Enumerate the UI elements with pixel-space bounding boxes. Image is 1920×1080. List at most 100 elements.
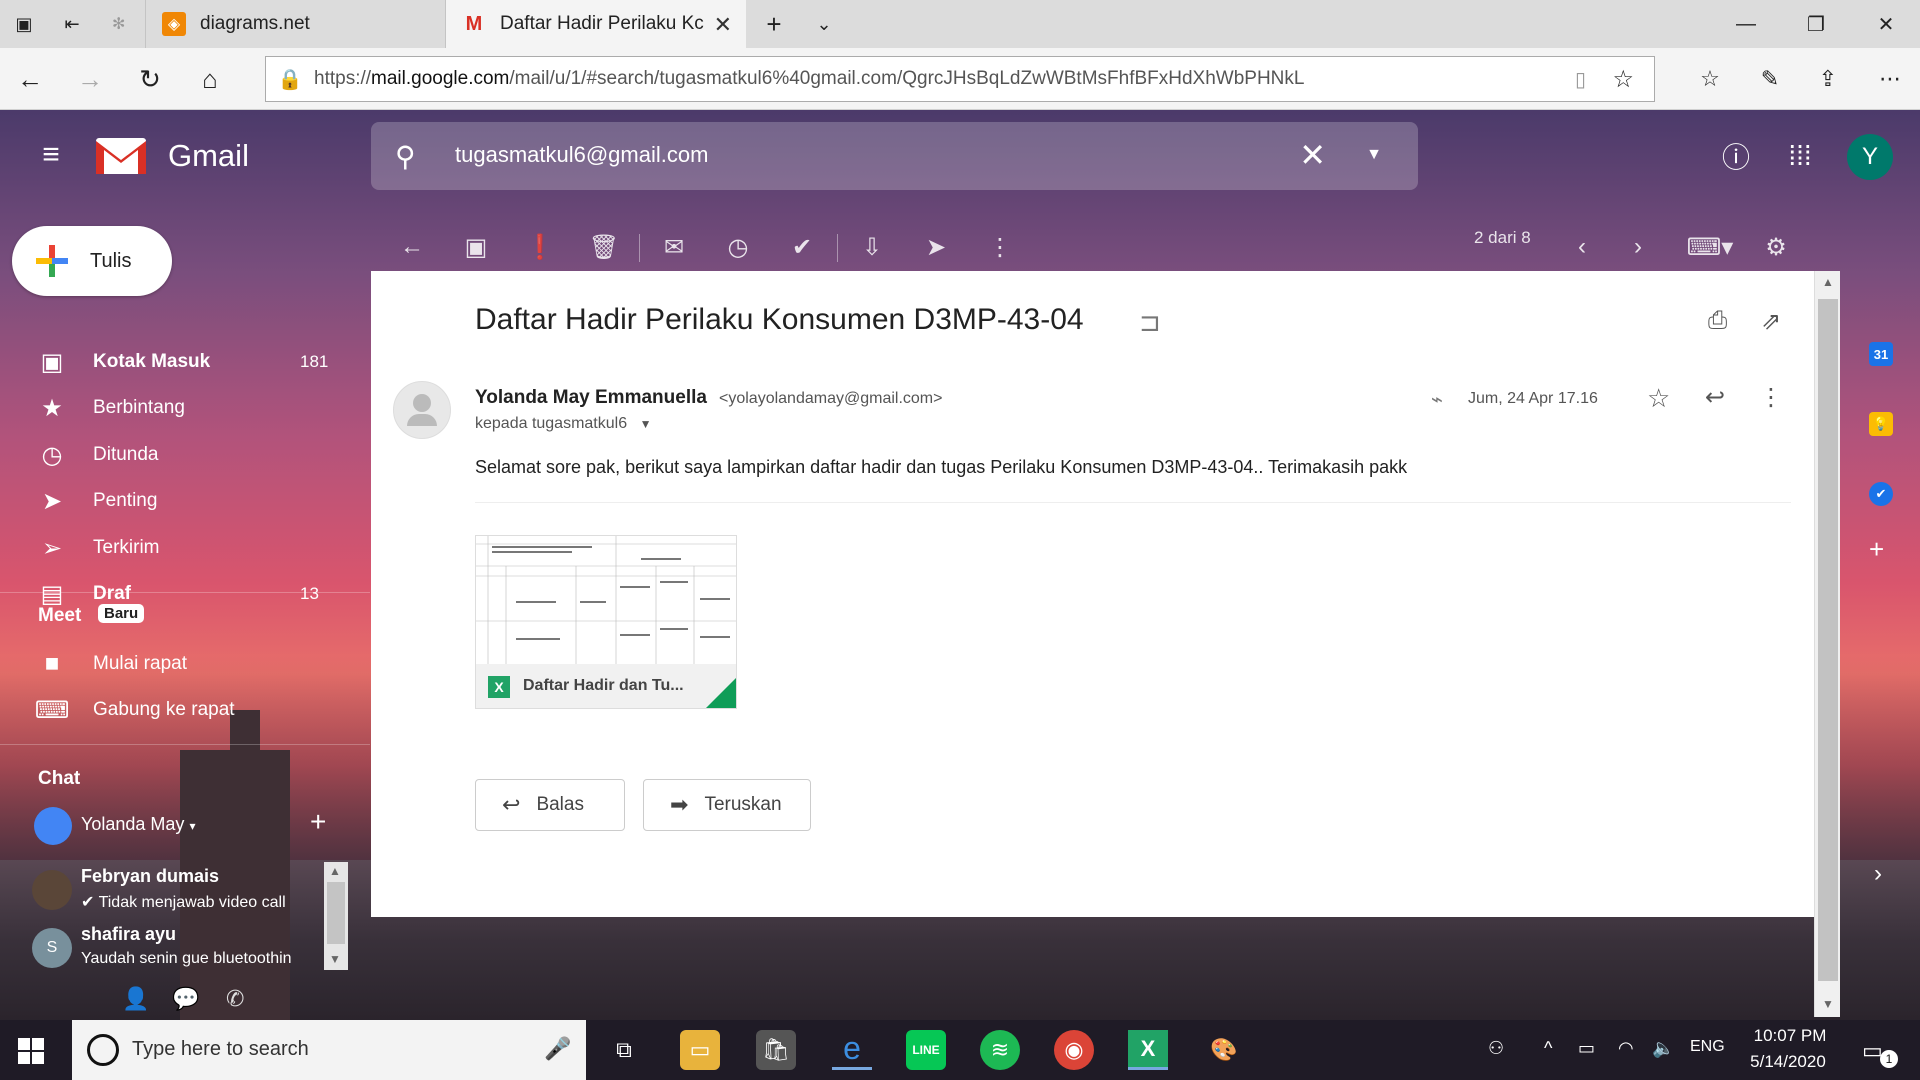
refresh-icon[interactable]: ↻ bbox=[132, 61, 168, 97]
clock-time[interactable]: 10:07 PM bbox=[1750, 1026, 1830, 1046]
settings-gear-icon[interactable]: ⚙ bbox=[1761, 232, 1791, 262]
reply-button[interactable]: ↩ Balas bbox=[475, 779, 625, 831]
search-bar[interactable]: ⚲ tugasmatkul6@gmail.com ✕ ▼ bbox=[371, 122, 1418, 190]
keep-icon[interactable]: 💡 bbox=[1869, 412, 1893, 436]
tab-diagrams[interactable]: ◈ diagrams.net bbox=[146, 0, 446, 48]
chat-bubble-icon[interactable]: 💬 bbox=[172, 986, 199, 1012]
restore-icon[interactable]: ❐ bbox=[1796, 8, 1836, 40]
people-icon[interactable]: ⚇ bbox=[1488, 1038, 1504, 1059]
file-explorer-icon[interactable]: ▭ bbox=[680, 1030, 720, 1070]
sidebar-item-sent[interactable]: ➢ Terkirim bbox=[0, 526, 360, 570]
reading-view-icon[interactable]: ▯ bbox=[1575, 67, 1586, 92]
forward-button[interactable]: ➡ Teruskan bbox=[643, 779, 811, 831]
sidebar-item-snoozed[interactable]: ◷ Ditunda bbox=[0, 433, 360, 477]
clock-date[interactable]: 5/14/2020 bbox=[1740, 1052, 1836, 1072]
sidebar-item-important[interactable]: ➤ Penting bbox=[0, 479, 360, 523]
more-icon[interactable]: ⋯ bbox=[1872, 61, 1908, 97]
meet-start-meeting[interactable]: ■ Mulai rapat bbox=[0, 642, 360, 686]
tab-actions-icon[interactable]: ▣ bbox=[10, 10, 38, 38]
more-options-icon[interactable]: ⋮ bbox=[985, 232, 1015, 262]
spotify-icon[interactable]: ≋ bbox=[980, 1030, 1020, 1070]
favorites-icon[interactable]: ☆ bbox=[1692, 61, 1728, 97]
add-task-icon[interactable]: ✔ bbox=[787, 232, 817, 262]
help-icon[interactable]: ⓘ bbox=[1718, 138, 1754, 174]
microsoft-store-icon[interactable]: 🛍 bbox=[756, 1030, 796, 1070]
windows-start-icon[interactable] bbox=[18, 1038, 44, 1064]
message-scroll-thumb[interactable] bbox=[1818, 299, 1838, 981]
search-icon[interactable]: ⚲ bbox=[395, 140, 416, 173]
main-menu-icon[interactable]: ≡ bbox=[34, 140, 68, 174]
scroll-up-icon[interactable]: ▲ bbox=[1822, 275, 1834, 289]
my-chat-status[interactable]: Yolanda May ▾ bbox=[81, 814, 195, 835]
get-addons-plus-icon[interactable]: + bbox=[1869, 534, 1884, 565]
scroll-down-icon[interactable]: ▼ bbox=[1822, 997, 1834, 1011]
chrome-icon[interactable]: ◉ bbox=[1054, 1030, 1094, 1070]
more-vert-icon[interactable]: ⋮ bbox=[1759, 383, 1783, 412]
pen-notes-icon[interactable]: ✎ bbox=[1752, 61, 1788, 97]
open-new-window-icon[interactable]: ⇗ bbox=[1761, 307, 1781, 336]
label-icon[interactable]: ➤ bbox=[921, 232, 951, 262]
taskbar-search-box[interactable]: Type here to search 🎤 bbox=[72, 1020, 586, 1080]
chat-contact[interactable]: S shafira ayu Yaudah senin gue bluetooth… bbox=[28, 920, 348, 978]
gmail-logo[interactable]: Gmail bbox=[94, 136, 249, 176]
line-app-icon[interactable]: LINE bbox=[906, 1030, 946, 1070]
phone-icon[interactable]: ✆ bbox=[226, 986, 244, 1012]
tasks-icon[interactable]: ✔ bbox=[1869, 482, 1893, 506]
compose-button[interactable]: Tulis bbox=[12, 226, 172, 296]
attachment-card[interactable]: X Daftar Hadir dan Tu... bbox=[475, 535, 737, 709]
new-chat-plus-icon[interactable]: + bbox=[310, 806, 326, 838]
battery-icon[interactable]: ▭ bbox=[1578, 1038, 1595, 1059]
scroll-up-icon[interactable]: ▲ bbox=[329, 864, 341, 878]
show-hidden-icons-chevron-icon[interactable]: ^ bbox=[1544, 1038, 1552, 1059]
search-options-icon[interactable]: ▼ bbox=[1366, 146, 1382, 164]
reply-icon[interactable]: ↩ bbox=[1705, 383, 1725, 412]
search-input[interactable]: tugasmatkul6@gmail.com bbox=[455, 142, 708, 168]
delete-icon[interactable]: 🗑 bbox=[589, 232, 619, 262]
move-to-icon[interactable]: ⇩ bbox=[857, 232, 887, 262]
scroll-down-icon[interactable]: ▼ bbox=[329, 952, 341, 966]
back-to-list-icon[interactable]: ← bbox=[397, 232, 427, 262]
message-scrollbar[interactable]: ▲ ▼ bbox=[1814, 271, 1840, 1017]
sidebar-item-starred[interactable]: ★ Berbintang bbox=[0, 386, 360, 430]
volume-icon[interactable]: 🔈 bbox=[1652, 1038, 1674, 1059]
forward-icon[interactable]: → bbox=[72, 61, 108, 97]
archive-icon[interactable]: ▣ bbox=[461, 232, 491, 262]
report-spam-icon[interactable]: ❗ bbox=[525, 232, 555, 262]
older-chevron-icon[interactable]: › bbox=[1623, 232, 1653, 262]
mark-unread-icon[interactable]: ✉ bbox=[659, 232, 689, 262]
tab-gmail[interactable]: M Daftar Hadir Perilaku Kc ✕ bbox=[446, 0, 746, 48]
account-avatar[interactable]: Y bbox=[1847, 134, 1893, 180]
chat-scroll-thumb[interactable] bbox=[327, 882, 345, 944]
input-tools-icon[interactable]: ⌨▾ bbox=[1685, 232, 1735, 262]
favorite-star-icon[interactable]: ☆ bbox=[1612, 65, 1634, 94]
wifi-icon[interactable]: ◠ bbox=[1618, 1038, 1634, 1059]
set-tabs-aside-icon[interactable]: ⇤ bbox=[58, 10, 86, 38]
clear-search-icon[interactable]: ✕ bbox=[1299, 136, 1326, 174]
meet-join-meeting[interactable]: ⌨ Gabung ke rapat bbox=[0, 688, 360, 732]
contacts-icon[interactable]: 👤 bbox=[122, 986, 149, 1012]
task-view-icon[interactable]: ⧉ bbox=[604, 1030, 644, 1070]
newer-chevron-icon[interactable]: ‹ bbox=[1567, 232, 1597, 262]
recipient-details[interactable]: kepada tugasmatkul6 ▼ bbox=[475, 415, 651, 433]
expand-panel-chevron-icon[interactable]: › bbox=[1874, 860, 1882, 888]
home-icon[interactable]: ⌂ bbox=[192, 61, 228, 97]
chat-contact[interactable]: Febryan dumais ✔ Tidak menjawab video ca… bbox=[28, 862, 348, 920]
tab-list-chevron-icon[interactable]: ⌄ bbox=[810, 10, 838, 38]
my-chat-avatar[interactable] bbox=[34, 807, 72, 845]
microphone-icon[interactable]: 🎤 bbox=[544, 1036, 571, 1062]
snooze-icon[interactable]: ◷ bbox=[723, 232, 753, 262]
importance-marker-icon[interactable]: ⊐ bbox=[1139, 307, 1161, 338]
share-icon[interactable]: ⇪ bbox=[1810, 61, 1846, 97]
minimize-icon[interactable]: — bbox=[1726, 8, 1766, 40]
apps-grid-icon[interactable]: ⁞⁞⁞ bbox=[1782, 138, 1818, 174]
pinned-tab[interactable]: ✻ bbox=[104, 0, 146, 48]
close-window-icon[interactable]: ✕ bbox=[1866, 8, 1906, 40]
calendar-icon[interactable]: 31 bbox=[1869, 342, 1893, 366]
paint-icon[interactable]: 🎨 bbox=[1204, 1030, 1244, 1070]
new-tab-icon[interactable]: + bbox=[760, 9, 788, 39]
excel-icon[interactable]: X bbox=[1128, 1030, 1168, 1070]
chat-scrollbar[interactable]: ▲ ▼ bbox=[324, 862, 348, 970]
edge-browser-icon[interactable]: e bbox=[832, 1030, 872, 1070]
language-indicator[interactable]: ENG bbox=[1690, 1038, 1725, 1056]
star-icon[interactable]: ☆ bbox=[1647, 383, 1670, 414]
